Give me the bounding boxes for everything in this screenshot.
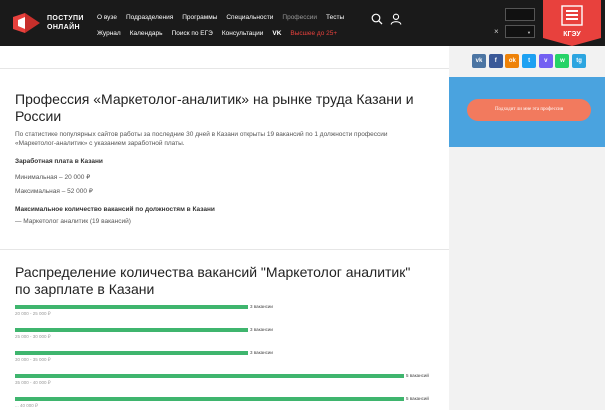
cta-panel: Подходит ли мне эта профессия bbox=[449, 77, 605, 147]
page: ПОСТУПИ ОНЛАЙН О вузе Подразделения Програ… bbox=[0, 0, 605, 410]
share-whatsapp-button[interactable]: w bbox=[555, 54, 570, 68]
chart-value-label: 3 вакансии bbox=[250, 350, 273, 355]
chart-category-label: 20 000 - 25 000 ₽ bbox=[15, 311, 51, 316]
share-twitter-button[interactable]: t bbox=[522, 54, 537, 68]
nav-item-primary-2[interactable]: Программы bbox=[182, 12, 217, 24]
share-vk-button[interactable]: vk bbox=[472, 54, 486, 68]
share-viber-button[interactable]: v bbox=[538, 54, 553, 68]
logo-line2: ОНЛАЙН bbox=[47, 24, 80, 31]
nav-item-primary-1[interactable]: Подразделения bbox=[126, 12, 173, 24]
share-ok-button[interactable]: ok bbox=[505, 54, 520, 68]
chart-bar bbox=[15, 351, 248, 355]
chart-value-label: 3 вакансии bbox=[250, 327, 273, 332]
chevron-down-icon: ▼ bbox=[527, 30, 531, 35]
badge-shield-icon bbox=[543, 0, 601, 46]
nav-item-secondary-1[interactable]: Календарь bbox=[130, 28, 163, 40]
distribution-title: Распределение количества вакансий "Марке… bbox=[15, 264, 411, 297]
profession-title: Профессия «Маркетолог-аналитик» на рынке… bbox=[15, 91, 414, 124]
chart-value-label: 5 вакансий bbox=[406, 396, 429, 401]
salary-heading: Заработная плата в Казани bbox=[15, 158, 103, 165]
share-facebook-button[interactable]: f bbox=[488, 54, 503, 68]
salary-distribution-chart: 3 вакансии 20 000 - 25 000 ₽ 3 вакансии 25 … bbox=[15, 304, 440, 410]
profession-fit-button[interactable]: Подходит ли мне эта профессия bbox=[467, 99, 591, 121]
nav-item-primary-5[interactable]: Тесты bbox=[326, 12, 344, 24]
positions-heading: Максимальное количество вакансий по долж… bbox=[15, 206, 215, 213]
logo-mark-icon bbox=[13, 13, 40, 33]
university-badge[interactable]: КГЭУ bbox=[543, 0, 601, 46]
salary-min: Минимальная – 20 000 ₽ bbox=[15, 174, 91, 181]
nav-item-primary-0[interactable]: О вузе bbox=[97, 12, 117, 24]
chart-value-label: 3 вакансии bbox=[250, 304, 273, 309]
vk-icon[interactable]: VK bbox=[272, 28, 281, 40]
divider bbox=[0, 68, 449, 69]
chart-bar bbox=[15, 397, 404, 401]
nav-item-secondary-3[interactable]: Консультации bbox=[222, 28, 264, 40]
header-select[interactable]: ▼ bbox=[505, 25, 535, 38]
main-nav: О вузе Подразделения Программы Специальност… bbox=[97, 12, 367, 44]
nav-item-primary-3[interactable]: Специальности bbox=[226, 12, 273, 24]
chart-value-label: 5 вакансий bbox=[406, 373, 429, 378]
share-bar: vk f ok t v w tg bbox=[472, 54, 589, 68]
chart-category-label: 35 000 - 40 000 ₽ bbox=[15, 380, 51, 385]
nav-row-secondary: Журнал Календарь Поиск по ЕГЭ Консультации V… bbox=[97, 28, 367, 40]
nav-item-primary-4[interactable]: Профессии bbox=[282, 12, 317, 24]
chart-bar bbox=[15, 305, 248, 309]
profession-intro: По статистике популярных сайтов работы з… bbox=[15, 131, 388, 147]
header-field-top[interactable] bbox=[505, 8, 535, 21]
chart-category-label: ... 40 000 ₽ bbox=[15, 403, 38, 408]
nav-row-primary: О вузе Подразделения Программы Специальност… bbox=[97, 12, 367, 24]
logo-line1: ПОСТУПИ bbox=[47, 15, 84, 22]
positions-item: — Маркетолог аналитик (19 вакансий) bbox=[15, 218, 131, 225]
chart-bar bbox=[15, 328, 248, 332]
badge-label: КГЭУ bbox=[563, 31, 581, 38]
divider bbox=[0, 249, 449, 250]
share-telegram-button[interactable]: tg bbox=[572, 54, 587, 68]
nav-item-secondary-0[interactable]: Журнал bbox=[97, 28, 121, 40]
salary-max: Максимальная – 52 000 ₽ bbox=[15, 188, 93, 195]
nav-item-secondary-5[interactable]: Высшее до 25+ bbox=[290, 28, 337, 40]
search-icon[interactable] bbox=[371, 13, 383, 25]
site-header: ПОСТУПИ ОНЛАЙН О вузе Подразделения Програ… bbox=[0, 0, 605, 46]
logo-text: ПОСТУПИ ОНЛАЙН bbox=[47, 14, 84, 32]
chart-category-label: 30 000 - 35 000 ₽ bbox=[15, 357, 51, 362]
chart-bar bbox=[15, 374, 404, 378]
close-icon[interactable]: × bbox=[494, 27, 499, 36]
user-icon[interactable] bbox=[390, 13, 402, 25]
chart-category-label: 25 000 - 30 000 ₽ bbox=[15, 334, 51, 339]
nav-item-secondary-2[interactable]: Поиск по ЕГЭ bbox=[172, 28, 213, 40]
